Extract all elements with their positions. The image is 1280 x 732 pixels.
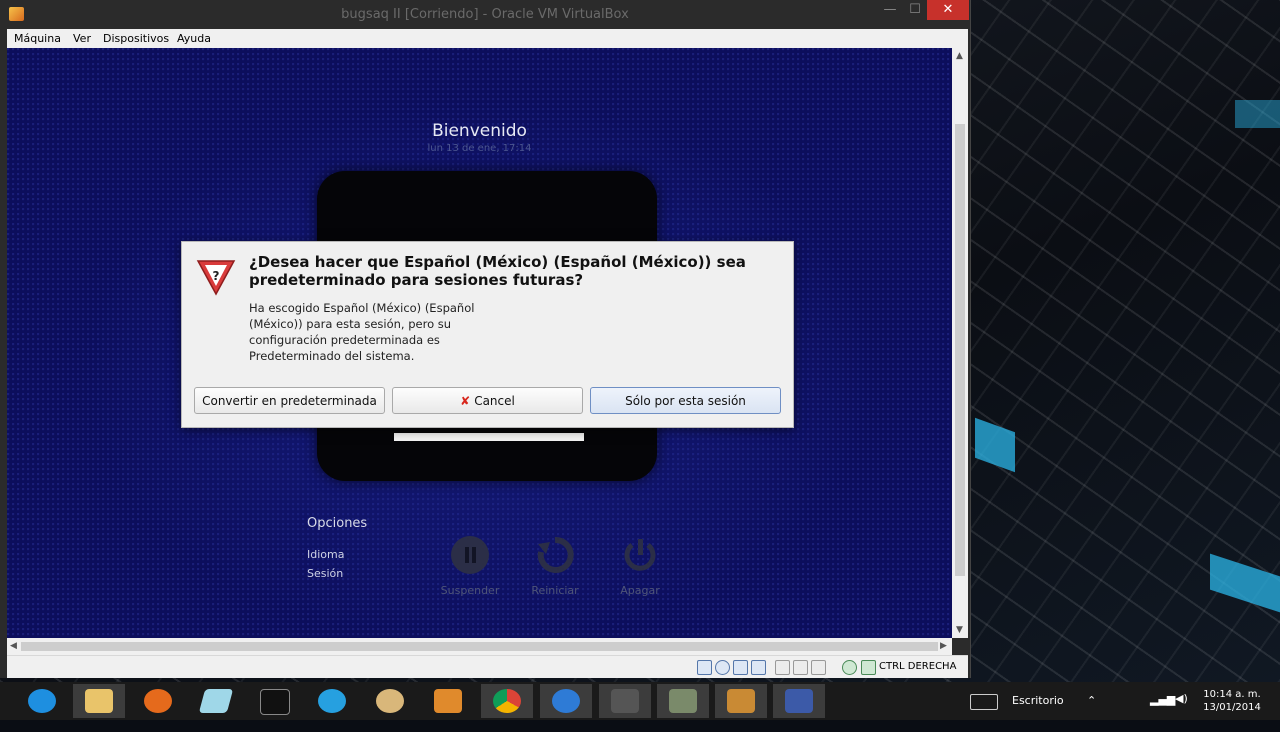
menu-maquina[interactable]: Máquina bbox=[14, 32, 61, 45]
welcome-date: lun 13 de ene, 17:14 bbox=[427, 143, 532, 154]
desktop-toolbar-label[interactable]: Escritorio bbox=[1012, 694, 1064, 732]
app-icon bbox=[318, 689, 346, 713]
volume-icon[interactable]: ◀) bbox=[1175, 692, 1188, 730]
taskbar-app-3[interactable] bbox=[540, 684, 592, 718]
horizontal-scrollbar[interactable]: ◀ ▶ bbox=[7, 638, 952, 655]
display-icon[interactable] bbox=[793, 660, 808, 675]
taskbar-media-player[interactable] bbox=[422, 684, 474, 718]
chrome-icon bbox=[493, 689, 521, 713]
app-icon bbox=[552, 689, 580, 713]
paint-icon bbox=[376, 689, 404, 713]
menu-ayuda[interactable]: Ayuda bbox=[177, 32, 211, 45]
scroll-left-icon[interactable]: ◀ bbox=[10, 641, 17, 651]
file-explorer-icon bbox=[85, 689, 113, 713]
option-language[interactable]: Idioma bbox=[307, 548, 344, 561]
taskbar-app-2[interactable] bbox=[306, 684, 358, 718]
system-clock[interactable]: 10:14 a. m. 13/01/2014 bbox=[1200, 688, 1264, 714]
mouse-integration-icon[interactable] bbox=[842, 660, 857, 675]
taskbar-app[interactable] bbox=[190, 684, 242, 718]
cancel-button[interactable]: ✘ Cancel bbox=[392, 387, 583, 414]
status-bar: CTRL DERECHA bbox=[7, 655, 968, 678]
welcome-heading: Bienvenido bbox=[432, 121, 527, 141]
options-heading[interactable]: Opciones bbox=[307, 516, 367, 531]
clock-date: 13/01/2014 bbox=[1203, 702, 1261, 713]
host-key-icon bbox=[861, 660, 876, 675]
app-icon bbox=[198, 689, 234, 713]
language-dialog: ? ¿Desea hacer que Español (México) (Esp… bbox=[181, 241, 794, 428]
login-input[interactable] bbox=[394, 433, 584, 441]
taskbar-paint[interactable] bbox=[364, 684, 416, 718]
suspend-button[interactable]: Suspender bbox=[430, 536, 510, 597]
suspend-icon bbox=[451, 536, 489, 574]
menu-bar: Máquina Ver Dispositivos Ayuda bbox=[7, 29, 968, 48]
taskbar-command-prompt[interactable] bbox=[248, 684, 300, 718]
internet-explorer-icon bbox=[28, 689, 56, 713]
svg-text:?: ? bbox=[213, 269, 220, 283]
app-icon bbox=[611, 689, 639, 713]
taskbar-internet-explorer[interactable] bbox=[16, 684, 68, 718]
menu-dispositivos[interactable]: Dispositivos bbox=[103, 32, 169, 45]
shared-folders-icon[interactable] bbox=[775, 660, 790, 675]
minimize-button[interactable]: — bbox=[878, 0, 902, 20]
usb-icon[interactable] bbox=[733, 660, 748, 675]
dialog-message: Ha escogido Español (México) (Español (M… bbox=[249, 301, 475, 363]
taskbar-app-4[interactable] bbox=[599, 684, 651, 718]
scroll-down-icon[interactable]: ▼ bbox=[956, 625, 963, 635]
desktop-accent bbox=[975, 417, 1015, 473]
desktop-accent bbox=[1235, 100, 1280, 128]
cancel-label: Cancel bbox=[474, 394, 515, 408]
menu-ver[interactable]: Ver bbox=[73, 32, 91, 45]
chevron-up-icon[interactable]: ⌃ bbox=[1087, 694, 1096, 732]
hard-disk-icon[interactable] bbox=[697, 660, 712, 675]
vertical-scrollbar[interactable]: ▲ ▼ bbox=[952, 48, 968, 638]
video-capture-icon[interactable] bbox=[811, 660, 826, 675]
warning-triangle-icon: ? bbox=[196, 258, 236, 300]
taskbar-virtualbox[interactable] bbox=[773, 684, 825, 718]
taskbar-firefox[interactable] bbox=[132, 684, 184, 718]
restart-icon bbox=[536, 536, 574, 574]
this-session-label: Sólo por esta sesión bbox=[625, 394, 746, 408]
maximize-button[interactable]: ☐ bbox=[903, 0, 927, 20]
shutdown-button[interactable]: Apagar bbox=[600, 536, 680, 597]
taskbar-app-5[interactable] bbox=[657, 684, 709, 718]
media-player-icon bbox=[434, 689, 462, 713]
restart-label: Reiniciar bbox=[531, 584, 579, 597]
cancel-icon: ✘ bbox=[460, 394, 471, 408]
vertical-scroll-thumb[interactable] bbox=[955, 124, 965, 576]
title-bar[interactable]: bugsaq II [Corriendo] - Oracle VM Virtua… bbox=[0, 0, 970, 30]
suspend-label: Suspender bbox=[440, 584, 500, 597]
option-session[interactable]: Sesión bbox=[307, 567, 343, 580]
firefox-icon bbox=[144, 689, 172, 713]
clock-time: 10:14 a. m. bbox=[1203, 689, 1261, 700]
make-default-button[interactable]: Convertir en predeterminada bbox=[194, 387, 385, 414]
host-key-label: CTRL DERECHA bbox=[879, 661, 957, 672]
app-icon bbox=[727, 689, 755, 713]
scroll-right-icon[interactable]: ▶ bbox=[940, 641, 947, 651]
network-tray-icon[interactable]: ▂▄▆ bbox=[1150, 693, 1175, 731]
virtualbox-icon bbox=[785, 689, 813, 713]
command-prompt-icon bbox=[260, 689, 290, 715]
scroll-up-icon[interactable]: ▲ bbox=[956, 51, 963, 61]
taskbar: Escritorio ⌃ ▂▄▆ ◀) 10:14 a. m. 13/01/20… bbox=[0, 682, 1280, 720]
app-icon bbox=[669, 689, 697, 713]
power-icon bbox=[621, 536, 659, 574]
close-button[interactable]: ✕ bbox=[927, 0, 969, 20]
dialog-title: ¿Desea hacer que Español (México) (Españ… bbox=[249, 253, 746, 289]
horizontal-scroll-thumb[interactable] bbox=[21, 642, 938, 651]
keyboard-icon[interactable] bbox=[970, 694, 998, 710]
window-title: bugsaq II [Corriendo] - Oracle VM Virtua… bbox=[341, 7, 629, 22]
restart-button[interactable]: Reiniciar bbox=[515, 536, 595, 597]
this-session-button[interactable]: Sólo por esta sesión bbox=[590, 387, 781, 414]
make-default-label: Convertir en predeterminada bbox=[202, 394, 377, 408]
taskbar-file-explorer[interactable] bbox=[73, 684, 125, 718]
network-icon[interactable] bbox=[751, 660, 766, 675]
optical-drive-icon[interactable] bbox=[715, 660, 730, 675]
desktop-accent bbox=[1210, 553, 1280, 613]
taskbar-chrome[interactable] bbox=[481, 684, 533, 718]
shutdown-label: Apagar bbox=[620, 584, 660, 597]
taskbar-app-6[interactable] bbox=[715, 684, 767, 718]
